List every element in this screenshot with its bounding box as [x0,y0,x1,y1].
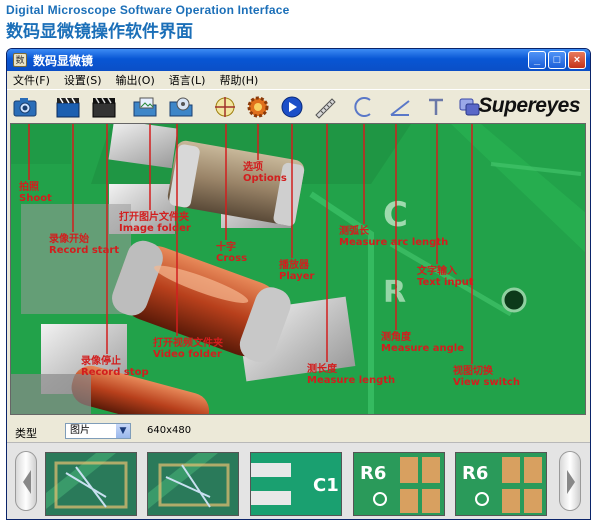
menu-help[interactable]: 帮助(H) [213,72,266,88]
menu-output[interactable]: 输出(O) [110,72,163,88]
microscope-viewport[interactable]: C R 拍照 Shoot 录像开始 Record start 录像停止 Reco… [10,123,586,415]
image-folder-icon[interactable] [132,95,158,119]
arc-icon[interactable] [350,95,376,119]
chevron-left-icon [23,470,31,494]
annotation-record-start: 录像开始 Record start [49,234,120,256]
resolution-readout: 640x480 [147,425,192,436]
annotation-measure-angle: 测角度 Measure angle [381,332,464,354]
maximize-button[interactable]: □ [548,51,566,69]
brand-logo: Supereyes [478,94,580,117]
type-select-value: 图片 [70,425,90,436]
thumbnail-4[interactable]: R6 [353,452,445,516]
thumbnail-5-label: R6 [462,463,488,484]
prev-thumbnails-button[interactable] [15,451,37,511]
thumbnail-4-label: R6 [360,463,386,484]
crosshair-icon[interactable] [212,95,238,119]
angle-icon[interactable] [387,95,413,119]
film-clapper-icon[interactable] [55,95,81,119]
annotation-measure-arc: 测弧长 Measure arc length [339,226,449,248]
thumbnail-5[interactable]: R6 [455,452,547,516]
thumbnail-3[interactable]: C1 [250,452,342,516]
annotation-image-folder: 打开图片文件夹 Image folder [119,212,191,234]
ruler-icon[interactable] [312,95,338,119]
annotation-options: 选项 Options [243,162,287,184]
toolbar: Supereyes [7,89,590,123]
doc-title-zh: 数码显微镜操作软件界面 [6,22,193,42]
thumbnail-3-label: C1 [313,475,339,496]
play-icon[interactable] [279,95,305,119]
menubar: 文件(F) 设置(S) 输出(O) 语言(L) 帮助(H) [7,71,590,89]
thumbnail-1[interactable] [45,452,137,516]
thumbnail-2[interactable] [147,452,239,516]
annotation-view-switch: 视图切换 View switch [453,366,520,388]
text-t-icon[interactable] [423,95,449,119]
type-label: 类型 [15,427,37,440]
annotation-player: 播放器 Player [279,260,315,282]
window-titlebar[interactable]: 数 数码显微镜 _ □ × [7,49,590,71]
film-clapper-stop-icon[interactable] [91,95,117,119]
annotation-cross: 十字 Cross [216,242,248,264]
video-folder-icon[interactable] [168,95,194,119]
thumbnail-strip: C1 R6 R6 [7,442,590,519]
close-button[interactable]: × [568,51,586,69]
chevron-down-icon[interactable]: ▼ [116,424,130,438]
annotation-text-input: 文字输入 Text input [417,266,474,288]
gear-icon[interactable] [245,95,271,119]
chevron-right-icon [567,470,575,494]
doc-title-en: Digital Microscope Software Operation In… [6,3,290,17]
app-icon: 数 [13,53,27,67]
menu-file[interactable]: 文件(F) [7,72,58,88]
annotation-video-folder: 打开视频文件夹 Video folder [153,338,223,360]
annotation-record-stop: 录像停止 Record stop [81,356,149,378]
next-thumbnails-button[interactable] [559,451,581,511]
type-select[interactable]: 图片 ▼ [65,423,131,439]
menu-settings[interactable]: 设置(S) [58,72,110,88]
annotation-shoot: 拍照 Shoot [19,182,52,204]
status-bar: 类型 图片 ▼ 640x480 [7,419,590,441]
window-title: 数码显微镜 [33,53,94,68]
menu-language[interactable]: 语言(L) [163,72,214,88]
app-window: 数 数码显微镜 _ □ × 文件(F) 设置(S) 输出(O) 语言(L) 帮助… [6,48,591,520]
annotation-measure-length: 测长度 Measure length [307,364,396,386]
camera-icon[interactable] [12,95,38,119]
minimize-button[interactable]: _ [528,51,546,69]
